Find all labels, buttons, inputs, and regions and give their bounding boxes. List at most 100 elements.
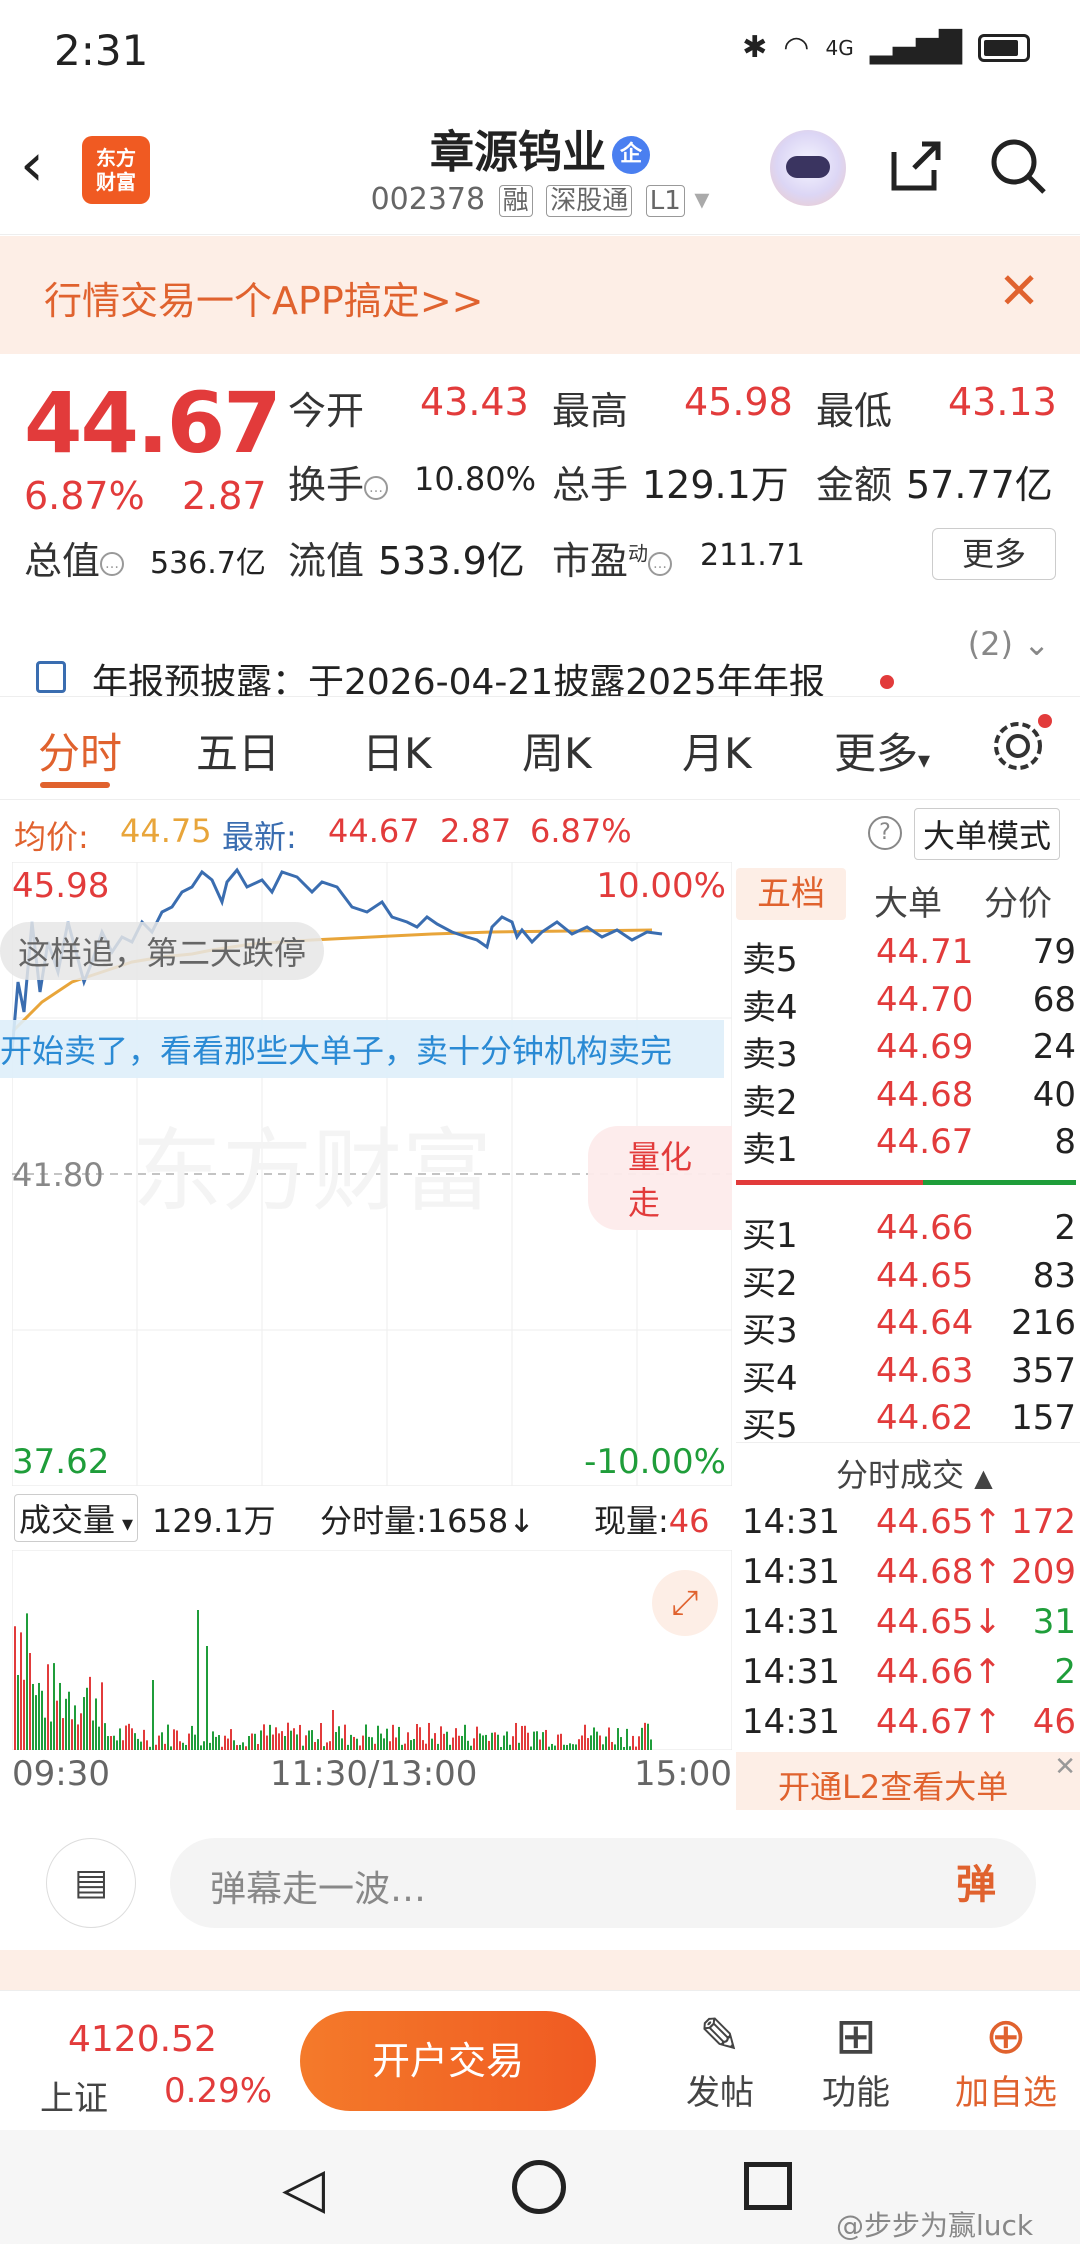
bid-price: 44.65 [876, 1255, 974, 1296]
add-watchlist-button[interactable]: ⊕ 加自选 [946, 2007, 1066, 2114]
bid-row[interactable]: 买1 44.66 2 [736, 1208, 1076, 1256]
search-icon[interactable] [986, 134, 1050, 202]
status-bar: 2:31 ✱ ◠ 4G ▂▄▆█ [0, 0, 1080, 100]
danmaku-bubble: 这样追，第二天跌停 [0, 922, 325, 980]
volume-bar [302, 1745, 304, 1750]
post-button[interactable]: ✎ 发帖 [670, 2007, 770, 2114]
nav-back-icon[interactable]: ◁ [282, 2156, 325, 2221]
volume-bar [29, 1653, 31, 1750]
volume-bar [527, 1732, 529, 1750]
bid-price: 44.64 [876, 1303, 974, 1344]
volume-bar [77, 1724, 79, 1750]
danmaku-send-button[interactable]: 弹 [956, 1852, 996, 1910]
tab-monthly-k[interactable]: 月K [682, 720, 752, 781]
share-icon[interactable] [884, 134, 948, 202]
tab-five-day[interactable]: 五日 [196, 720, 280, 781]
bid-label: 买3 [742, 1311, 798, 1352]
volume-bar [452, 1737, 454, 1750]
notice-bar[interactable]: 年报预披露：于2026-04-21披露2025年年报 (2) ⌄ [0, 585, 1080, 697]
more-button[interactable]: 更多 [932, 528, 1056, 580]
trade-qty: 31 [1032, 1602, 1076, 1642]
volume-bar [26, 1613, 28, 1750]
intraday-chart[interactable]: 东方财富 45.98 10.00% 41.80 37.62 -10.00% 这样… [0, 861, 733, 1487]
volume-bar [539, 1739, 541, 1750]
danmaku-settings-icon[interactable]: ▤ [46, 1838, 136, 1928]
volume-bar [608, 1727, 610, 1750]
info-icon[interactable]: … [648, 551, 673, 576]
trade-price: 44.66↑ [876, 1652, 1002, 1692]
volume-bar [227, 1738, 229, 1750]
function-button[interactable]: ⊞ 功能 [806, 2007, 906, 2114]
volume-bar [575, 1744, 577, 1750]
danmaku-input[interactable]: 弹幕走一波… 弹 [170, 1838, 1036, 1928]
tab-daily-k[interactable]: 日K [362, 720, 432, 781]
index-name[interactable]: 上证 [40, 2071, 108, 2120]
signal-icon: ▂▄▆█ [869, 30, 962, 65]
volume-bar [218, 1735, 220, 1750]
volume-bar [239, 1744, 241, 1750]
ask-row[interactable]: 卖4 44.70 68 [736, 980, 1076, 1028]
dropdown-icon: ▾ [694, 182, 710, 217]
open-account-button[interactable]: 开户交易 [300, 2011, 596, 2111]
tab-level5[interactable]: 五档 [736, 868, 846, 920]
index-value[interactable]: 4120.52 [68, 2019, 217, 2060]
expand-icon[interactable]: ⤢ [652, 1570, 718, 1636]
volume-bar [62, 1718, 64, 1750]
l2-banner[interactable]: 开通L2查看大单 ✕ [736, 1752, 1080, 1810]
volume-bar [344, 1724, 346, 1750]
volume-bar [572, 1744, 574, 1750]
volume-bar [371, 1737, 373, 1750]
settings-icon[interactable] [990, 714, 1052, 778]
volume-bar [341, 1738, 343, 1750]
close-icon[interactable]: ✕ [1054, 1752, 1076, 1782]
ask-row[interactable]: 卖2 44.68 40 [736, 1075, 1076, 1123]
ask-row[interactable]: 卖5 44.71 79 [736, 932, 1076, 980]
volume-bar [590, 1735, 592, 1750]
bid-label: 买1 [742, 1216, 798, 1256]
volume-bar [395, 1737, 397, 1750]
tab-weekly-k[interactable]: 周K [522, 720, 592, 781]
low-value: 43.13 [948, 380, 1057, 424]
volume-bar [584, 1724, 586, 1750]
bid-row[interactable]: 买3 44.64 216 [736, 1303, 1076, 1351]
tab-intraday[interactable]: 分时 [38, 720, 122, 781]
volume-bar [155, 1744, 157, 1750]
index-percent[interactable]: 0.29% [164, 2071, 272, 2111]
volume-selector[interactable]: 成交量 ▾ [14, 1494, 139, 1542]
promo-text[interactable]: 行情交易一个APP搞定>> [44, 270, 484, 325]
volume-bar [515, 1722, 517, 1750]
volume-bar [86, 1687, 88, 1750]
assistant-robot-icon[interactable] [770, 130, 846, 206]
tab-big-order[interactable]: 大单 [874, 876, 942, 925]
ask-row[interactable]: 卖3 44.69 24 [736, 1027, 1076, 1075]
volume-bar [281, 1731, 283, 1750]
big-order-mode-button[interactable]: 大单模式 [914, 808, 1061, 860]
volume-bar [644, 1722, 646, 1750]
notice-count[interactable]: (2) ⌄ [968, 625, 1050, 663]
tab-price-dist[interactable]: 分价 [984, 876, 1052, 925]
volume-bar [104, 1723, 106, 1750]
ask-row[interactable]: 卖1 44.67 8 [736, 1122, 1076, 1170]
notice-text[interactable]: 年报预披露：于2026-04-21披露2025年年报 [92, 653, 825, 696]
volume-bar [386, 1728, 388, 1750]
info-icon[interactable]: … [100, 551, 125, 576]
l2-text[interactable]: 开通L2查看大单 [778, 1762, 1008, 1808]
promo-banner[interactable]: 行情交易一个APP搞定>> ✕ [0, 236, 1080, 354]
trades-title[interactable]: 分时成交 ▲ [836, 1450, 993, 1496]
bid-row[interactable]: 买2 44.65 83 [736, 1256, 1076, 1304]
volume-bar [551, 1743, 553, 1750]
bluetooth-icon: ✱ [742, 30, 768, 65]
trade-qty: 209 [1011, 1552, 1076, 1592]
nav-home-icon[interactable] [512, 2160, 566, 2214]
trade-price: 44.65↑ [876, 1502, 1002, 1542]
volume-bar [53, 1663, 55, 1750]
volume-bar [449, 1744, 451, 1750]
volume-bar [335, 1732, 337, 1750]
close-icon[interactable]: ✕ [998, 262, 1040, 320]
bid-row[interactable]: 买4 44.63 357 [736, 1351, 1076, 1399]
tab-more[interactable]: 更多▾ [834, 720, 930, 781]
nav-recents-icon[interactable] [744, 2162, 792, 2210]
bid-row[interactable]: 买5 44.62 157 [736, 1398, 1076, 1446]
info-icon[interactable]: … [364, 475, 389, 500]
help-icon[interactable]: ? [868, 816, 902, 850]
